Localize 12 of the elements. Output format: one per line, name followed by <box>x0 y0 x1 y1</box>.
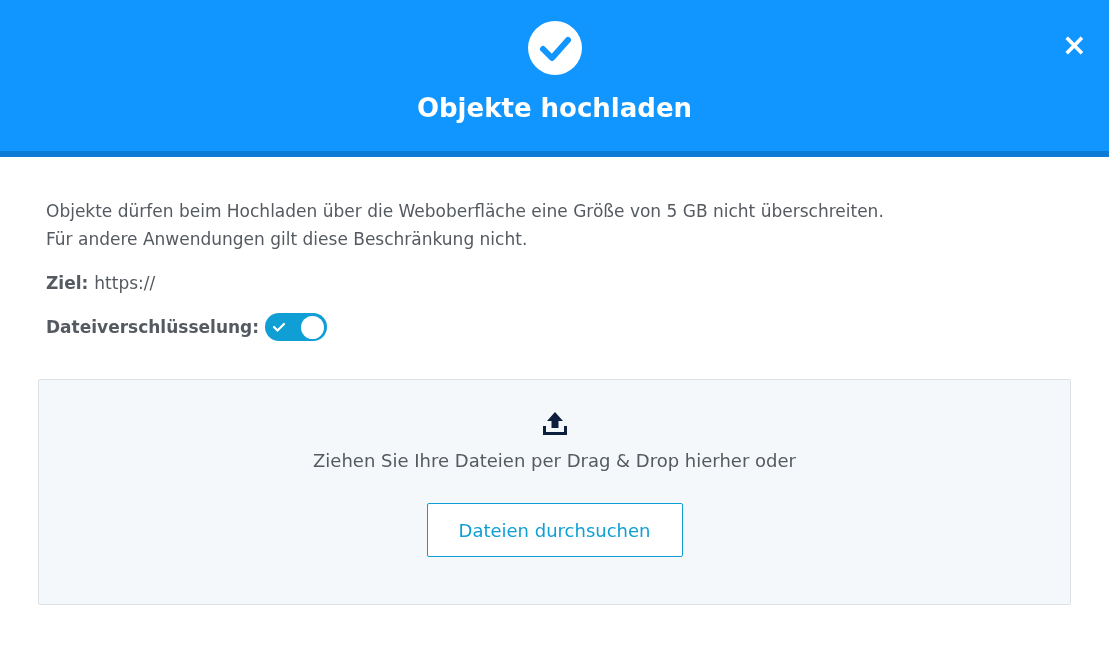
upload-icon <box>541 410 568 436</box>
dialog-title: Objekte hochladen <box>416 93 693 123</box>
browse-button[interactable]: Dateien durchsuchen <box>426 503 683 557</box>
encryption-toggle[interactable] <box>265 313 328 341</box>
target-value: https:// <box>94 273 156 293</box>
target-label: Ziel: <box>46 273 89 293</box>
check-icon <box>527 21 582 75</box>
info-text: Objekte dürfen beim Hochladen über die Weboberfläche eine Größe von 5 GB nicht überschreiten. Für andere Anwendungen gilt diese Beschränkung nicht. <box>46 200 885 251</box>
dropzone[interactable]: Ziehen Sie Ihre Dateien per Drag & Drop hierher oder Dateien durchsuchen <box>38 379 1071 605</box>
encryption-label: Dateiverschlüsselung: <box>46 317 260 337</box>
close-button[interactable]: × <box>1061 30 1087 60</box>
dropzone-text: Ziehen Sie Ihre Dateien per Drag & Drop hierher oder <box>313 450 796 471</box>
